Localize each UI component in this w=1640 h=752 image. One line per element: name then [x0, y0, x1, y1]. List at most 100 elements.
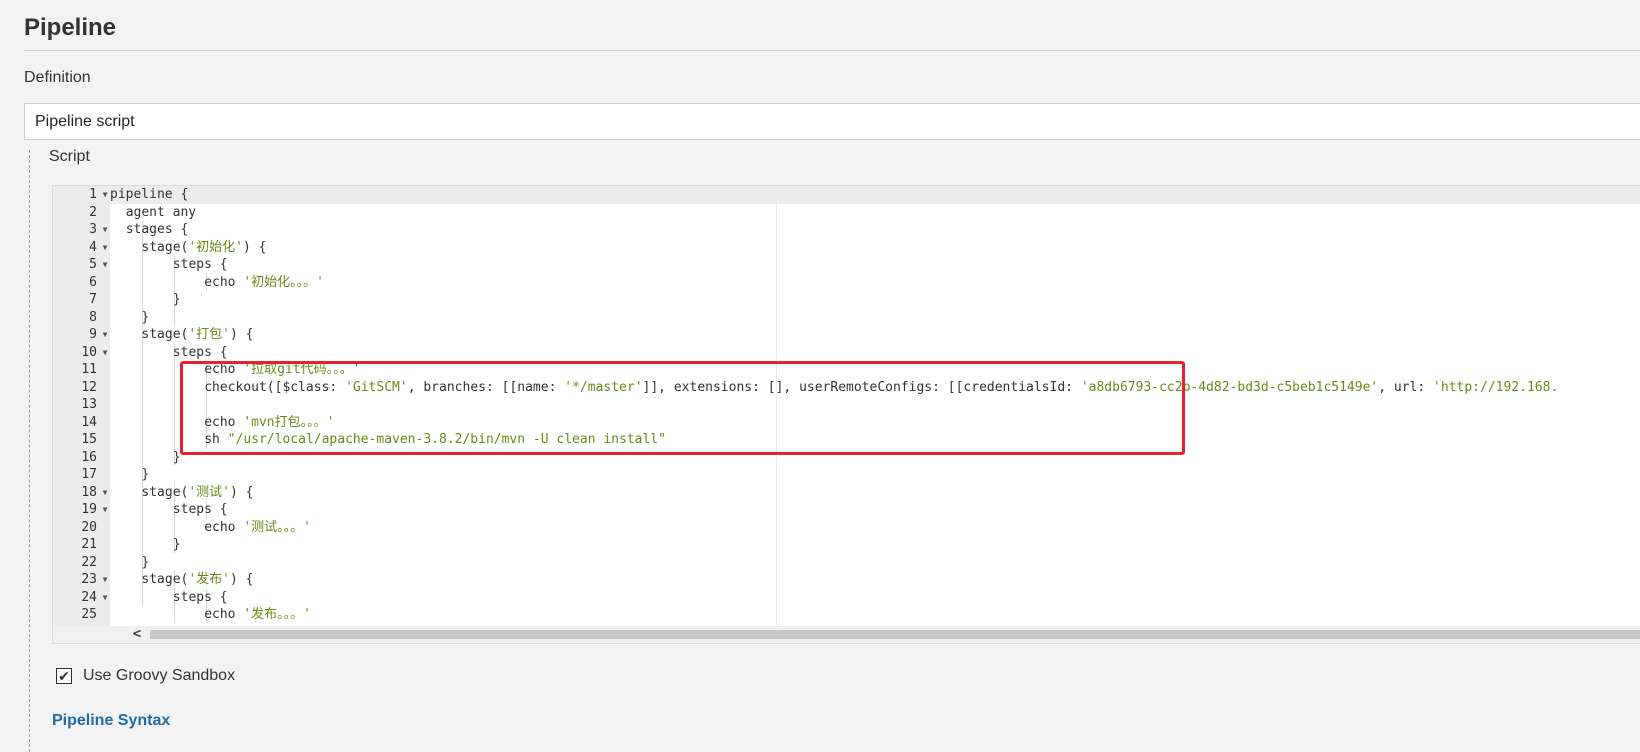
- fold-toggle-icon[interactable]: ▼: [100, 484, 110, 502]
- fold-toggle-icon[interactable]: ▼: [100, 501, 110, 519]
- line-number: 1: [89, 187, 97, 202]
- code-token: echo: [204, 274, 244, 290]
- line-number: 3: [89, 222, 97, 237]
- code-text: pipeline {: [110, 186, 188, 204]
- code-line[interactable]: 6 echo '初始化。。。': [53, 274, 1640, 292]
- section-title: Pipeline: [24, 14, 117, 41]
- code-token: steps {: [172, 589, 228, 605]
- fold-toggle-icon[interactable]: ▼: [100, 256, 110, 274]
- line-number: 12: [81, 379, 97, 395]
- code-token: ) {: [230, 327, 254, 342]
- scrollbar-thumb[interactable]: [150, 630, 1640, 639]
- code-text: steps {: [173, 501, 228, 519]
- code-text: echo '测试。。。': [204, 519, 311, 537]
- string-token: '发布。。。': [243, 607, 311, 622]
- code-token: steps {: [172, 344, 228, 360]
- line-number: 11: [81, 362, 97, 377]
- code-text: agent any: [126, 204, 196, 222]
- groovy-sandbox-checkbox[interactable]: ✔: [56, 668, 72, 684]
- line-number: 7: [89, 292, 97, 307]
- code-token: , url:: [1378, 379, 1434, 395]
- string-token: '发布': [188, 572, 231, 587]
- fold-toggle-icon[interactable]: ▼: [100, 221, 110, 239]
- code-line[interactable]: 17}: [53, 466, 1640, 484]
- code-token: }: [141, 309, 150, 325]
- fold-toggle-icon[interactable]: ▼: [100, 589, 110, 607]
- groovy-sandbox-option[interactable]: ✔ Use Groovy Sandbox: [56, 667, 235, 685]
- code-line[interactable]: 5 ▼ steps {: [53, 256, 1640, 274]
- line-number: 16: [81, 449, 97, 465]
- line-number: 6: [89, 274, 97, 290]
- code-text: steps {: [173, 256, 228, 274]
- code-token: }: [172, 292, 181, 307]
- code-token: stage(: [141, 239, 189, 255]
- line-number: 24: [81, 589, 97, 605]
- code-text: stage('初始化') {: [141, 239, 266, 257]
- section-divider: [24, 50, 1640, 51]
- string-token: '初始化': [188, 239, 244, 255]
- code-text: steps {: [173, 589, 228, 607]
- code-token: agent any: [125, 204, 197, 220]
- line-number: 20: [81, 519, 97, 535]
- code-text: stage('发布') {: [141, 571, 253, 589]
- line-number: 2: [89, 204, 97, 220]
- fold-toggle-icon[interactable]: ▼: [100, 239, 110, 257]
- code-text: }: [141, 554, 149, 572]
- string-token: '测试': [188, 484, 231, 500]
- nested-section-guide: [29, 150, 30, 752]
- pipeline-syntax-link[interactable]: Pipeline Syntax: [52, 712, 170, 730]
- fold-toggle-icon[interactable]: ▼: [100, 344, 110, 362]
- fold-toggle-icon[interactable]: ▼: [100, 186, 110, 204]
- code-token: ) {: [230, 484, 254, 500]
- groovy-sandbox-label: Use Groovy Sandbox: [83, 667, 236, 684]
- code-line[interactable]: 9 ▼ stage('打包') {: [53, 326, 1640, 344]
- string-token: '测试。。。': [243, 519, 311, 535]
- code-line[interactable]: 23 ▼ stage('发布') {: [53, 571, 1640, 589]
- code-token: steps {: [172, 257, 228, 272]
- code-token: }: [141, 467, 150, 482]
- line-number: 17: [81, 467, 97, 482]
- code-line[interactable]: 10 ▼ steps {: [53, 344, 1640, 362]
- code-token: }: [172, 537, 181, 552]
- code-line[interactable]: 4 ▼ stage('初始化') {: [53, 239, 1640, 257]
- code-line[interactable]: 24 ▼ steps {: [53, 589, 1640, 607]
- code-token: stage(: [141, 484, 189, 500]
- fold-toggle-icon[interactable]: ▼: [100, 326, 110, 344]
- code-line[interactable]: 20 echo '测试。。。': [53, 519, 1640, 537]
- code-line[interactable]: 2 agent any: [53, 204, 1640, 222]
- code-token: echo: [204, 607, 244, 622]
- line-number: 13: [81, 397, 97, 412]
- line-number: 15: [81, 432, 97, 447]
- code-text: }: [141, 466, 149, 484]
- horizontal-scrollbar[interactable]: <: [53, 626, 1640, 643]
- script-label: Script: [49, 148, 90, 165]
- code-line[interactable]: 8}: [53, 309, 1640, 327]
- code-line[interactable]: 18 ▼ stage('测试') {: [53, 484, 1640, 502]
- code-token: stage(: [141, 572, 189, 587]
- line-number: 18: [81, 484, 97, 500]
- highlight-annotation-box: [180, 361, 1185, 455]
- scroll-left-icon[interactable]: <: [129, 626, 145, 643]
- fold-toggle-icon[interactable]: ▼: [100, 571, 110, 589]
- string-token: '打包': [188, 327, 231, 342]
- code-token: ) {: [230, 572, 254, 587]
- code-line[interactable]: 1 ▼ pipeline {: [53, 186, 1640, 204]
- line-number: 4: [89, 239, 97, 255]
- code-line[interactable]: 21}: [53, 536, 1640, 554]
- definition-select[interactable]: Pipeline script: [24, 103, 1640, 140]
- code-line[interactable]: 25 echo '发布。。。': [53, 606, 1640, 624]
- line-number: 5: [89, 257, 97, 272]
- code-token: stages {: [125, 222, 189, 237]
- code-token: stage(: [141, 327, 189, 342]
- code-line[interactable]: 7}: [53, 291, 1640, 309]
- code-text: }: [173, 536, 181, 554]
- definition-label: Definition: [24, 69, 91, 86]
- check-icon: ✔: [58, 668, 70, 684]
- code-line[interactable]: 3 ▼ stages {: [53, 221, 1640, 239]
- code-text: }: [173, 291, 181, 309]
- line-number: 9: [89, 327, 97, 342]
- code-line[interactable]: 19 ▼ steps {: [53, 501, 1640, 519]
- string-token: '初始化。。。': [243, 274, 324, 290]
- line-number: 10: [81, 344, 97, 360]
- code-line[interactable]: 22}: [53, 554, 1640, 572]
